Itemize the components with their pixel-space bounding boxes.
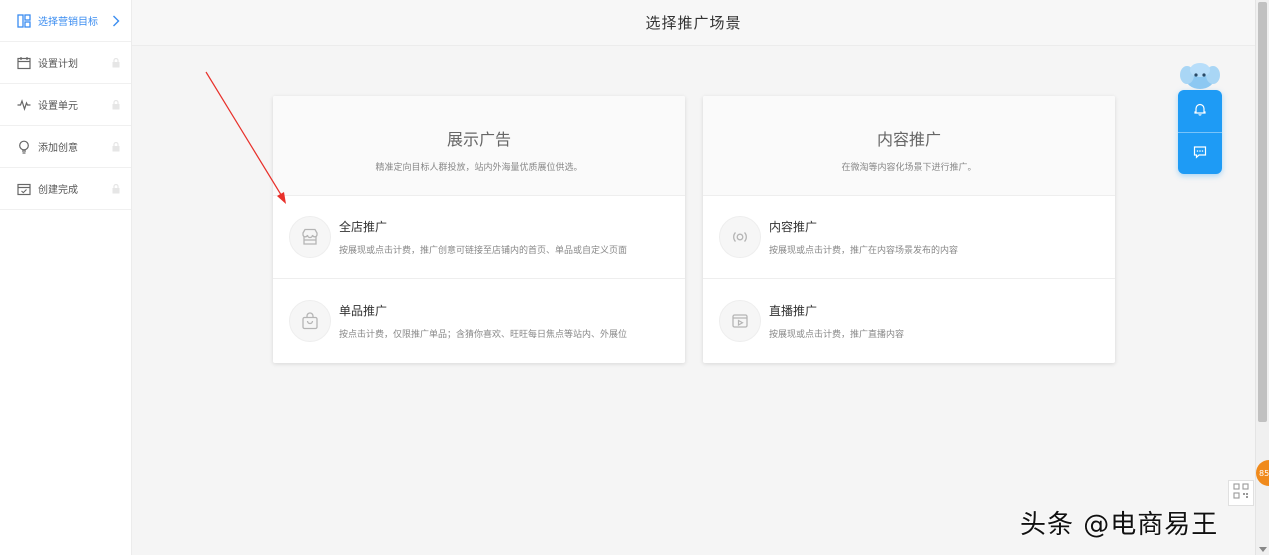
bell-icon: [1193, 101, 1207, 120]
broadcast-icon: [719, 216, 761, 258]
message-button[interactable]: [1178, 133, 1222, 175]
sidebar: 选择营销目标 设置计划 设置单元 添加创意 创建完成: [0, 0, 132, 555]
elephant-mascot-icon[interactable]: [1178, 60, 1222, 90]
calendar-check-icon: [16, 181, 32, 197]
notification-button[interactable]: [1178, 90, 1222, 133]
option-title: 全店推广: [339, 220, 388, 234]
floating-help-widget: [1178, 60, 1222, 174]
sidebar-item-select-goal[interactable]: 选择营销目标: [0, 0, 131, 42]
option-store-promotion[interactable]: 全店推广 按展现或点击计费，推广创意可链接至店铺内的首页、单品或自定义页面: [273, 196, 685, 279]
option-title: 单品推广: [339, 303, 388, 318]
sidebar-item-label: 选择营销目标: [38, 17, 98, 28]
card-title: 展示广告: [446, 130, 511, 149]
option-description: 按展现或点击计费，推广在内容场景发布的内容: [769, 246, 959, 256]
option-title: 内容推广: [769, 220, 818, 234]
shop-icon: [289, 216, 331, 258]
option-description: 按展现或点击计费，推广直播内容: [769, 329, 905, 340]
lock-icon: [111, 57, 121, 68]
sidebar-item-label: 添加创意: [38, 143, 78, 154]
sidebar-item-add-creative[interactable]: 添加创意: [0, 126, 131, 168]
sidebar-item-finish[interactable]: 创建完成: [0, 168, 131, 210]
page-header: 选择推广场景: [132, 0, 1255, 46]
card-header: 展示广告 精准定向目标人群投放，站内外海量优质展位供选。: [273, 96, 685, 196]
option-title: 直播推广: [769, 303, 818, 318]
badge-text: 85: [1259, 468, 1269, 478]
video-icon: [719, 299, 761, 342]
lock-icon: [111, 99, 121, 110]
card-header: 内容推广 在微淘等内容化场景下进行推广。: [703, 96, 1115, 196]
watermark: 头条 @电商易王: [1020, 510, 1219, 540]
option-content-promotion[interactable]: 内容推广 按展现或点击计费，推广在内容场景发布的内容: [703, 196, 1115, 279]
float-panel: [1178, 90, 1222, 174]
scroll-down-arrow-icon[interactable]: [1259, 547, 1267, 552]
card-display-ads: 展示广告 精准定向目标人群投放，站内外海量优质展位供选。 全店推广 按展现或点击…: [273, 96, 685, 363]
lock-icon: [111, 183, 121, 194]
option-live-promotion[interactable]: 直播推广 按展现或点击计费，推广直播内容: [703, 279, 1115, 362]
bulb-icon: [16, 139, 32, 155]
card-description: 在微淘等内容化场景下进行推广。: [841, 163, 977, 173]
chevron-right-icon: [111, 15, 121, 26]
qr-code-icon: [1233, 483, 1249, 503]
sidebar-item-set-unit[interactable]: 设置单元: [0, 84, 131, 126]
sidebar-item-label: 创建完成: [38, 185, 78, 196]
sidebar-item-label: 设置单元: [38, 101, 78, 112]
bag-icon: [289, 299, 331, 342]
calendar-icon: [16, 55, 32, 71]
qr-code-button[interactable]: [1228, 480, 1254, 506]
option-description: 按展现或点击计费，推广创意可链接至店铺内的首页、单品或自定义页面: [339, 246, 628, 256]
message-icon: [1193, 144, 1207, 163]
scrollbar-thumb[interactable]: [1258, 2, 1267, 422]
sidebar-item-set-plan[interactable]: 设置计划: [0, 42, 131, 84]
card-title: 内容推广: [876, 130, 941, 149]
pulse-icon: [16, 97, 32, 113]
card-description: 精准定向目标人群投放，站内外海量优质展位供选。: [375, 163, 583, 173]
lock-icon: [111, 141, 121, 152]
option-item-promotion[interactable]: 单品推广 按点击计费，仅限推广单品；含猜你喜欢、旺旺每日焦点等站内、外展位: [273, 279, 685, 362]
option-description: 按点击计费，仅限推广单品；含猜你喜欢、旺旺每日焦点等站内、外展位: [339, 329, 628, 340]
layout-icon: [16, 13, 32, 29]
card-content-promotion: 内容推广 在微淘等内容化场景下进行推广。 内容推广 按展现或点击计费，推广在内容…: [703, 96, 1115, 363]
sidebar-item-label: 设置计划: [38, 59, 78, 70]
page-title: 选择推广场景: [645, 14, 742, 32]
